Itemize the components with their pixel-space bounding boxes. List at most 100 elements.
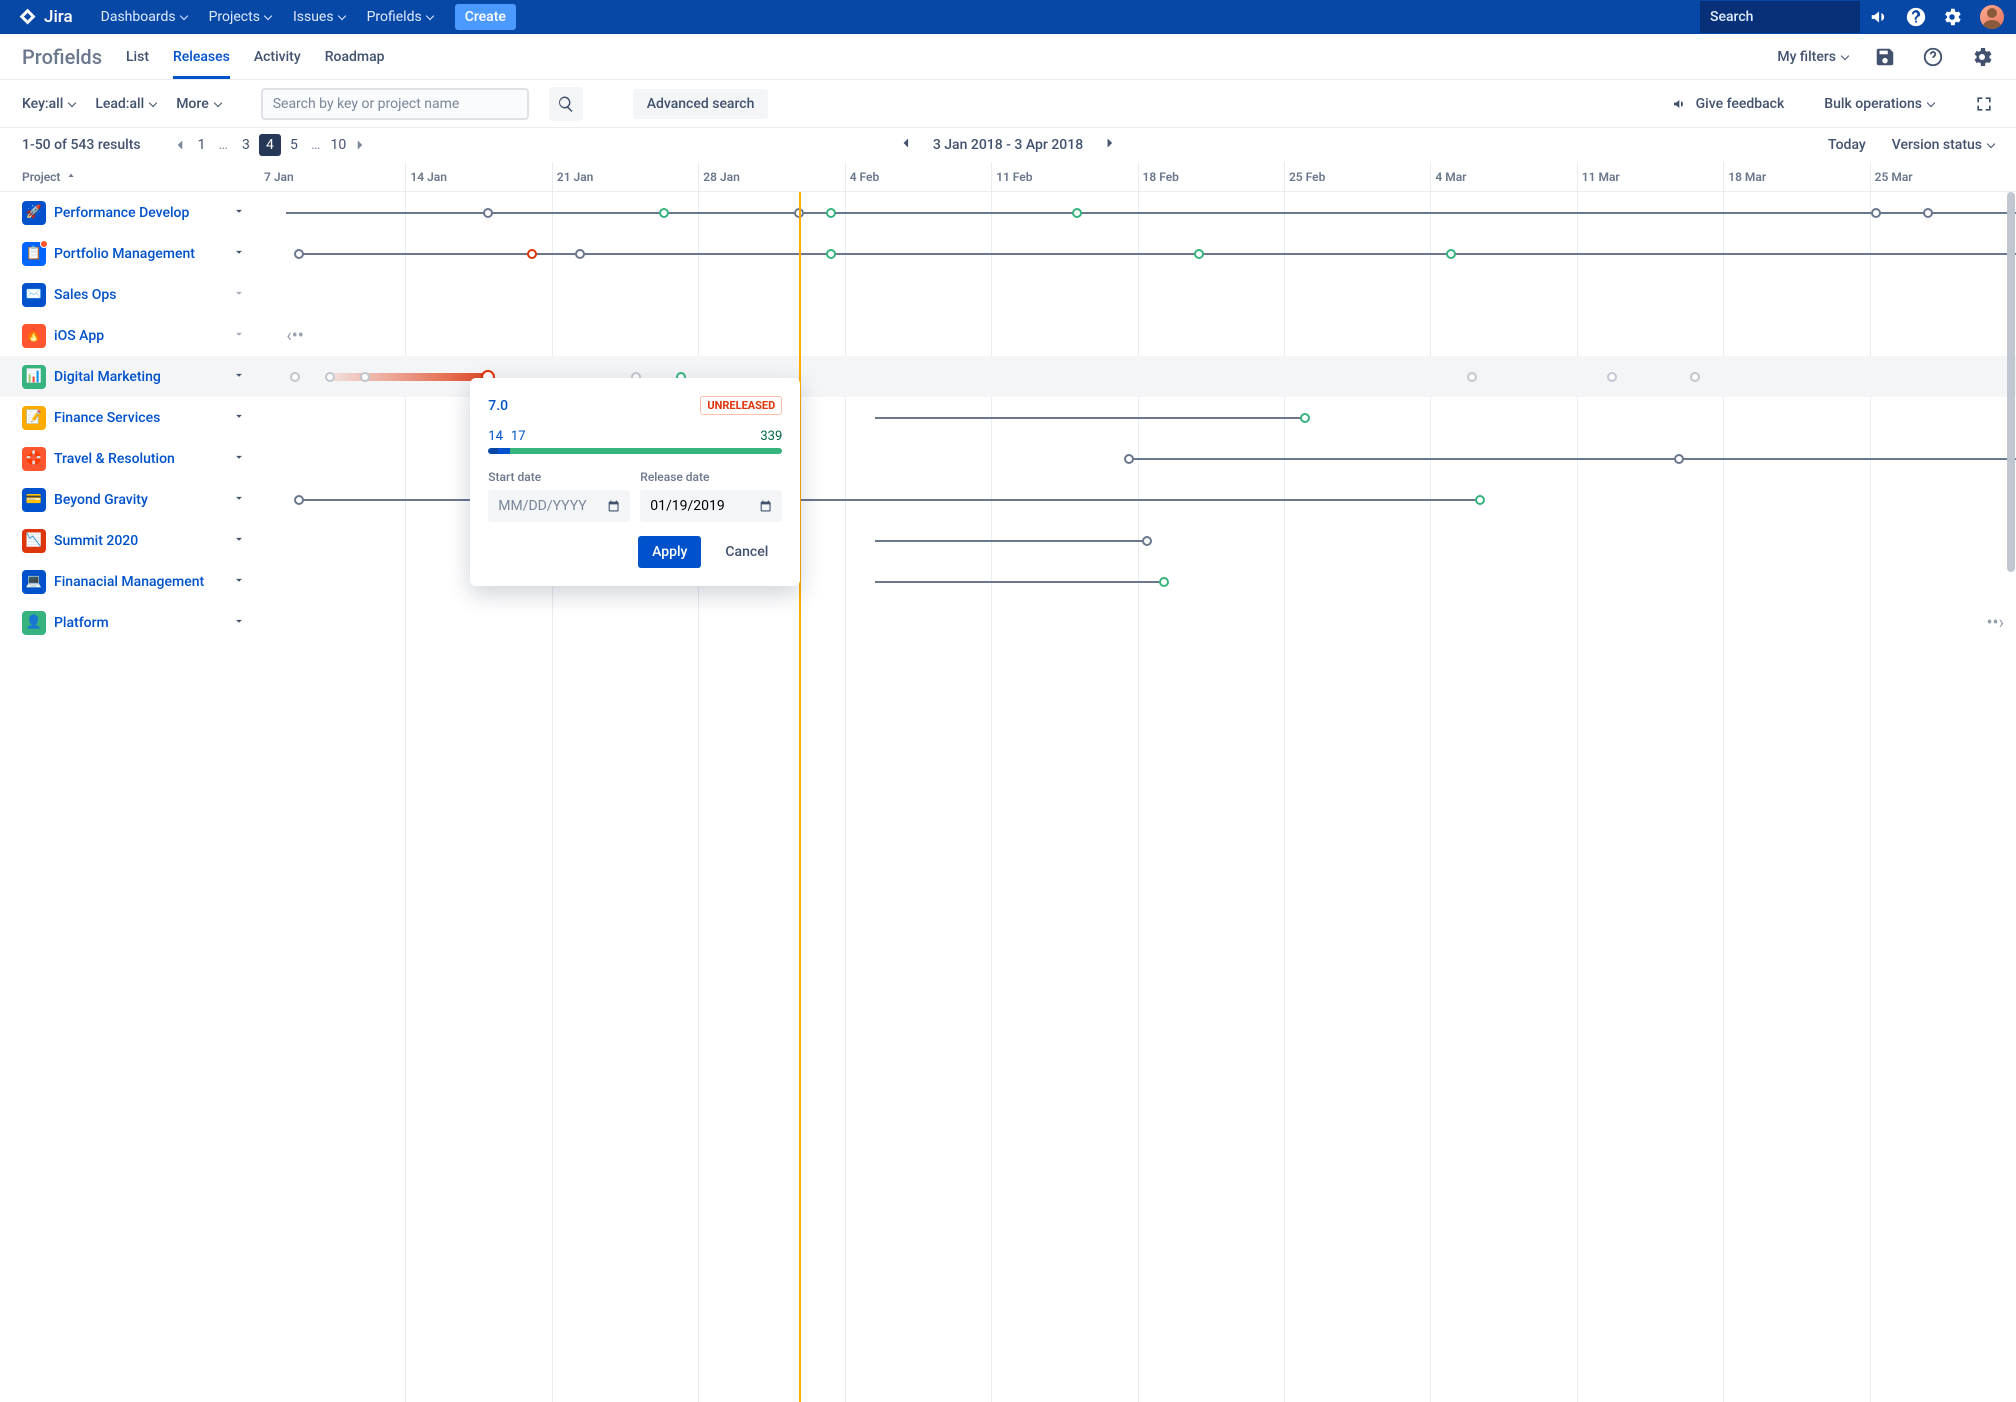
- project-name-link[interactable]: Digital Marketing: [54, 369, 161, 385]
- pager-ellipsis: …: [215, 137, 233, 153]
- global-search-input[interactable]: [1710, 9, 1888, 25]
- jira-logo[interactable]: Jira: [18, 7, 73, 27]
- cancel-button[interactable]: Cancel: [711, 536, 782, 568]
- global-search[interactable]: [1700, 1, 1860, 33]
- release-marker[interactable]: [1690, 372, 1700, 382]
- expand-toggle[interactable]: [232, 286, 246, 304]
- project-search-input[interactable]: [261, 88, 529, 120]
- create-button[interactable]: Create: [455, 4, 516, 30]
- release-marker[interactable]: [826, 249, 836, 259]
- gear-icon[interactable]: [1970, 45, 1994, 69]
- date-prev-button[interactable]: [897, 134, 915, 156]
- release-marker[interactable]: [659, 208, 669, 218]
- help-icon[interactable]: [1922, 46, 1944, 68]
- project-name-link[interactable]: Finance Services: [54, 410, 160, 426]
- filter-key[interactable]: Key:all: [22, 96, 75, 112]
- project-name-link[interactable]: Beyond Gravity: [54, 492, 148, 508]
- timeline-ellipsis-right[interactable]: ••›: [1986, 612, 2004, 633]
- page-1[interactable]: 1: [191, 134, 213, 156]
- project-name-link[interactable]: iOS App: [54, 328, 104, 344]
- project-column-header[interactable]: Project: [0, 162, 260, 191]
- nav-item-issues[interactable]: Issues: [283, 3, 355, 31]
- expand-toggle[interactable]: [232, 573, 246, 591]
- expand-toggle[interactable]: [232, 245, 246, 263]
- release-marker[interactable]: [527, 249, 537, 259]
- fullscreen-icon[interactable]: [1974, 94, 1994, 114]
- page-3[interactable]: 3: [235, 134, 257, 156]
- project-name-link[interactable]: Portfolio Management: [54, 246, 195, 262]
- release-marker[interactable]: [1674, 454, 1684, 464]
- start-date-input[interactable]: [498, 498, 599, 514]
- expand-toggle[interactable]: [232, 409, 246, 427]
- version-status-dropdown[interactable]: Version status: [1892, 137, 1994, 153]
- user-avatar[interactable]: [1980, 5, 2004, 29]
- expand-toggle[interactable]: [232, 491, 246, 509]
- nav-item-dashboards[interactable]: Dashboards: [91, 3, 197, 31]
- bulk-operations-dropdown[interactable]: Bulk operations: [1824, 96, 1934, 112]
- announce-button[interactable]: [1864, 1, 1896, 33]
- expand-toggle[interactable]: [232, 204, 246, 222]
- release-marker[interactable]: [1124, 454, 1134, 464]
- expand-toggle[interactable]: [232, 614, 246, 632]
- release-marker[interactable]: [826, 208, 836, 218]
- expand-toggle[interactable]: [232, 368, 246, 386]
- page-4[interactable]: 4: [259, 134, 281, 156]
- tab-roadmap[interactable]: Roadmap: [325, 34, 385, 79]
- release-marker[interactable]: [575, 249, 585, 259]
- release-marker[interactable]: [360, 372, 370, 382]
- date-next-button[interactable]: [1101, 134, 1119, 156]
- tab-activity[interactable]: Activity: [254, 34, 301, 79]
- scrollbar[interactable]: [2007, 192, 2015, 572]
- project-name-link[interactable]: Travel & Resolution: [54, 451, 175, 467]
- save-icon[interactable]: [1874, 46, 1896, 68]
- project-column-label: Project: [22, 170, 60, 184]
- tab-releases[interactable]: Releases: [173, 34, 230, 79]
- project-name-link[interactable]: Performance Develop: [54, 205, 189, 221]
- release-marker[interactable]: [1607, 372, 1617, 382]
- expand-toggle[interactable]: [232, 532, 246, 550]
- release-marker[interactable]: [1300, 413, 1310, 423]
- release-date-input[interactable]: [650, 498, 751, 514]
- release-marker[interactable]: [294, 495, 304, 505]
- date-header: 11 Feb: [991, 162, 1137, 191]
- nav-item-projects[interactable]: Projects: [199, 3, 281, 31]
- chevron-right-icon[interactable]: [351, 136, 369, 154]
- help-button[interactable]: [1900, 1, 1932, 33]
- chevron-left-icon[interactable]: [171, 136, 189, 154]
- release-marker[interactable]: [290, 372, 300, 382]
- settings-button[interactable]: [1936, 1, 1968, 33]
- release-marker[interactable]: [1871, 208, 1881, 218]
- tab-list[interactable]: List: [126, 34, 149, 79]
- release-date-field[interactable]: [640, 490, 782, 522]
- project-name-link[interactable]: Summit 2020: [54, 533, 138, 549]
- expand-toggle[interactable]: [232, 327, 246, 345]
- my-filters-dropdown[interactable]: My filters: [1777, 49, 1848, 65]
- start-date-field[interactable]: [488, 490, 630, 522]
- release-marker[interactable]: [1475, 495, 1485, 505]
- filter-lead[interactable]: Lead:all: [95, 96, 156, 112]
- release-marker[interactable]: [325, 372, 335, 382]
- filter-more[interactable]: More: [176, 96, 221, 112]
- release-marker[interactable]: [1159, 577, 1169, 587]
- release-marker[interactable]: [294, 249, 304, 259]
- apply-button[interactable]: Apply: [638, 536, 701, 568]
- release-marker[interactable]: [483, 208, 493, 218]
- release-marker[interactable]: [1142, 536, 1152, 546]
- today-button[interactable]: Today: [1828, 137, 1866, 153]
- give-feedback-button[interactable]: Give feedback: [1672, 96, 1785, 112]
- release-marker[interactable]: [1467, 372, 1477, 382]
- timeline-ellipsis-left[interactable]: ‹••: [286, 325, 304, 346]
- release-marker[interactable]: [1072, 208, 1082, 218]
- expand-toggle[interactable]: [232, 450, 246, 468]
- release-marker[interactable]: [1194, 249, 1204, 259]
- project-search-button[interactable]: [549, 87, 583, 121]
- nav-item-profields[interactable]: Profields: [357, 3, 443, 31]
- page-5[interactable]: 5: [283, 134, 305, 156]
- advanced-search-button[interactable]: Advanced search: [633, 89, 769, 119]
- project-name-link[interactable]: Finanacial Management: [54, 574, 204, 590]
- project-name-link[interactable]: Platform: [54, 615, 109, 631]
- release-marker[interactable]: [1923, 208, 1933, 218]
- project-name-link[interactable]: Sales Ops: [54, 287, 117, 303]
- release-marker[interactable]: [1446, 249, 1456, 259]
- page-10[interactable]: 10: [327, 134, 349, 156]
